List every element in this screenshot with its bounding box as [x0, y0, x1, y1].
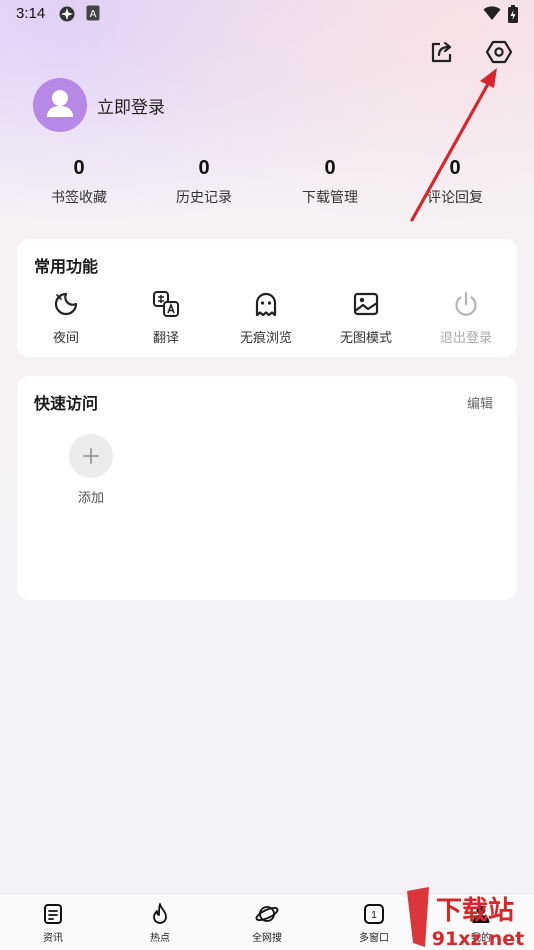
- svg-text:A: A: [90, 9, 97, 20]
- func-logout[interactable]: 退出登录: [416, 289, 516, 346]
- func-label: 无图模式: [339, 331, 392, 346]
- status-time: 3:14: [16, 5, 46, 22]
- nav-label: 热点: [150, 933, 170, 944]
- func-label: 夜间: [52, 331, 79, 346]
- card-title: 快速访问: [34, 394, 99, 413]
- edit-button[interactable]: 编辑: [467, 393, 493, 412]
- stat-value: 0: [324, 157, 336, 179]
- avatar[interactable]: [33, 78, 87, 132]
- fire-icon: [148, 902, 172, 926]
- power-icon: [451, 289, 481, 319]
- login-entry[interactable]: 立即登录: [33, 78, 165, 132]
- common-functions-card: 常用功能 夜间 翻译 无痕浏览 无图模式 退出登录: [17, 239, 517, 357]
- func-label: 无痕浏览: [239, 331, 292, 346]
- image-off-icon: [351, 289, 381, 319]
- func-night-mode[interactable]: 夜间: [16, 289, 116, 346]
- add-label: 添加: [77, 491, 104, 506]
- quick-access-card: 快速访问 编辑 添加: [17, 376, 517, 600]
- stat-history[interactable]: 0 历史记录: [149, 152, 259, 207]
- stat-value: 0: [198, 157, 210, 179]
- moon-icon: [51, 289, 81, 319]
- ghost-icon: [251, 289, 281, 319]
- nav-item-news[interactable]: 资讯: [13, 902, 93, 944]
- watermark-brand: 下载站: [436, 896, 514, 926]
- add-shortcut-button[interactable]: [69, 434, 113, 478]
- status-bar: 3:14 A: [0, 0, 534, 28]
- nav-label: 资讯: [43, 933, 63, 944]
- app-icon: [58, 5, 76, 27]
- nav-item-search-all[interactable]: 全网搜: [227, 902, 307, 944]
- stat-downloads[interactable]: 0 下载管理: [275, 152, 385, 207]
- func-label: 翻译: [152, 331, 179, 346]
- windows-count-badge: 1: [371, 910, 377, 921]
- planet-icon: [255, 902, 279, 926]
- card-title: 常用功能: [34, 257, 99, 276]
- watermark-domain: 91xz.net: [432, 928, 524, 950]
- stat-comments[interactable]: 0 评论回复: [400, 152, 510, 207]
- nav-label: 全网搜: [252, 933, 282, 944]
- stat-value: 0: [449, 157, 461, 179]
- stat-label: 历史记录: [176, 190, 232, 206]
- news-icon: [41, 902, 65, 926]
- stat-bookmarks[interactable]: 0 书签收藏: [24, 152, 134, 207]
- site-watermark-logo: 下载站 91xz.net: [407, 887, 524, 950]
- func-translate[interactable]: 翻译: [116, 289, 216, 346]
- settings-icon[interactable]: [484, 37, 514, 67]
- stat-label: 书签收藏: [51, 190, 107, 206]
- func-incognito[interactable]: 无痕浏览: [216, 289, 316, 346]
- share-icon[interactable]: [427, 37, 457, 67]
- a-icon: A: [86, 5, 100, 25]
- translate-icon: [151, 289, 181, 319]
- login-label[interactable]: 立即登录: [97, 93, 165, 118]
- nav-item-windows[interactable]: 1 多窗口: [334, 902, 414, 944]
- func-label: 退出登录: [439, 331, 492, 346]
- battery-icon: [508, 5, 518, 27]
- func-no-image[interactable]: 无图模式: [316, 289, 416, 346]
- stat-label: 下载管理: [302, 190, 358, 206]
- stats-row: 0 书签收藏 0 历史记录 0 下载管理 0 评论回复: [0, 152, 534, 212]
- nav-label: 多窗口: [359, 933, 389, 944]
- stat-value: 0: [73, 157, 85, 179]
- nav-item-hot[interactable]: 热点: [120, 902, 200, 944]
- windows-icon: 1: [362, 902, 386, 926]
- wifi-icon: [483, 5, 501, 25]
- user-icon: [47, 90, 73, 117]
- plus-icon: [83, 448, 99, 464]
- stat-label: 评论回复: [427, 190, 483, 206]
